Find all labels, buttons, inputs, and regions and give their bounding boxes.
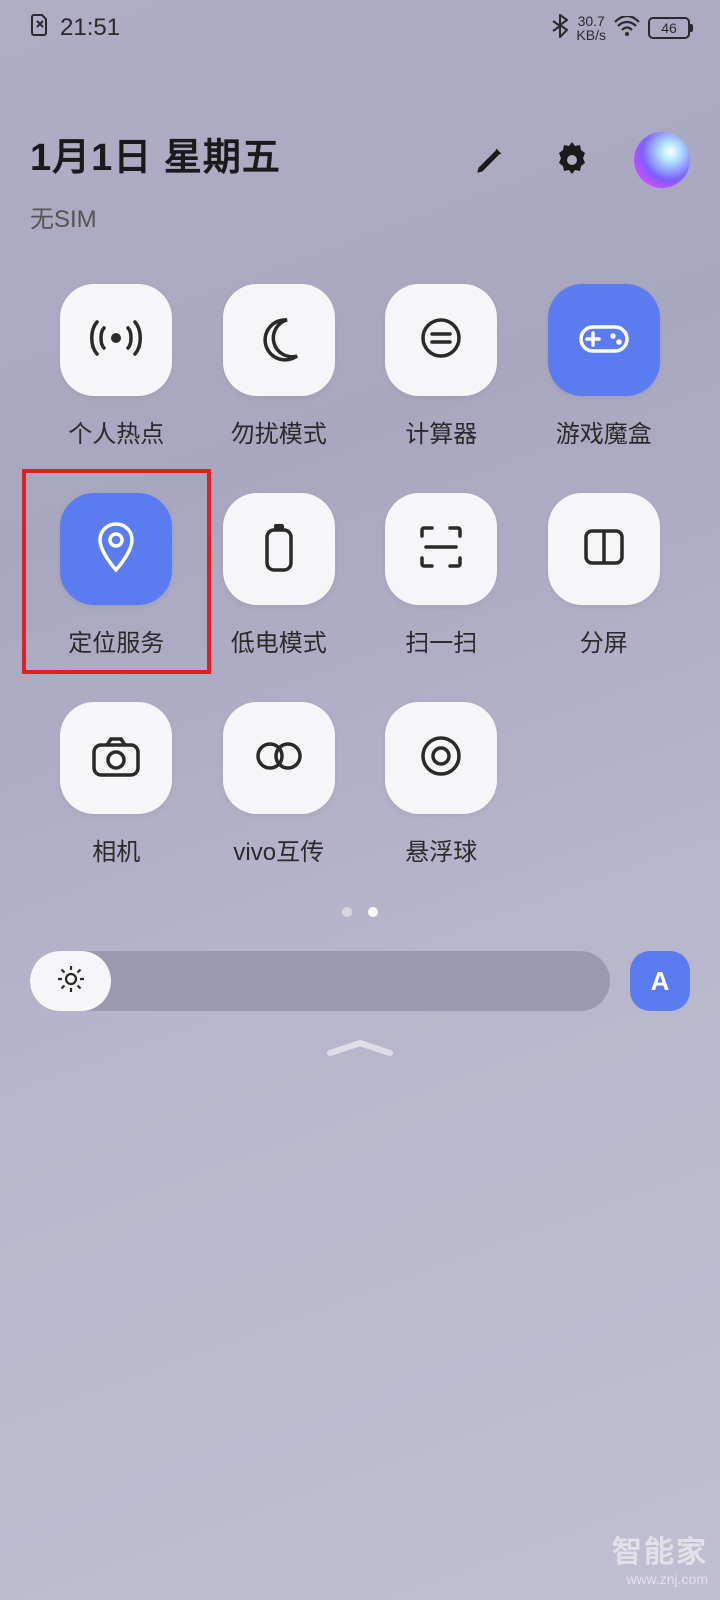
wifi-icon <box>614 16 640 41</box>
network-speed: 30.7 KB/s <box>576 14 606 42</box>
tile-hotspot: 个人热点 <box>40 284 193 449</box>
auto-brightness-button[interactable]: A <box>630 951 690 1011</box>
collapse-handle[interactable] <box>0 1035 720 1059</box>
tile-label-lowpower: 低电模式 <box>231 623 327 658</box>
brightness-fill <box>30 951 111 1011</box>
tile-label-calc: 计算器 <box>405 414 477 449</box>
battery-icon <box>261 520 297 579</box>
brightness-slider[interactable] <box>30 951 610 1011</box>
tile-label-floatball: 悬浮球 <box>405 832 477 867</box>
header-sim-status: 无SIM <box>30 199 470 234</box>
circle-dot-icon <box>416 731 466 786</box>
camera-icon <box>89 733 143 784</box>
watermark: 智能家 www.znj.com <box>612 1535 708 1588</box>
brightness-icon <box>56 964 86 999</box>
tile-camera: 相机 <box>40 702 193 867</box>
page-indicator[interactable] <box>0 907 720 917</box>
tile-location: 定位服务 <box>40 493 193 658</box>
tile-button-gamebox[interactable] <box>548 284 660 396</box>
tile-lowpower: 低电模式 <box>203 493 356 658</box>
tile-label-dnd: 勿扰模式 <box>231 414 327 449</box>
tile-button-split[interactable] <box>548 493 660 605</box>
tile-button-floatball[interactable] <box>385 702 497 814</box>
status-time: 21:51 <box>60 14 120 42</box>
settings-button[interactable] <box>552 140 592 180</box>
gamepad-icon <box>575 317 633 364</box>
tile-label-camera: 相机 <box>92 832 140 867</box>
tile-gamebox: 游戏魔盒 <box>528 284 681 449</box>
quick-settings-grid: 个人热点 勿扰模式 计算器 游戏魔盒定位服务 低电模式 扫一扫 分屏相机 vivo互传 悬浮球 <box>0 258 720 867</box>
tile-button-location[interactable] <box>60 493 172 605</box>
status-right: 30.7 KB/s 46 <box>552 14 690 43</box>
scan-icon <box>416 522 466 577</box>
tile-label-scan: 扫一扫 <box>405 623 477 658</box>
tile-label-gamebox: 游戏魔盒 <box>556 414 652 449</box>
tile-label-location: 定位服务 <box>68 623 164 658</box>
moon-icon <box>253 312 305 369</box>
page-dot[interactable] <box>368 907 378 917</box>
tile-scan: 扫一扫 <box>365 493 518 658</box>
tile-button-dnd[interactable] <box>223 284 335 396</box>
tile-button-vivoshare[interactable] <box>223 702 335 814</box>
pin-icon <box>93 520 139 579</box>
battery-indicator: 46 <box>648 17 690 39</box>
header-left: 1月1日 星期五 无SIM <box>30 126 470 234</box>
tile-button-scan[interactable] <box>385 493 497 605</box>
sim-absent-icon <box>30 13 50 44</box>
tile-button-calc[interactable] <box>385 284 497 396</box>
split-icon <box>579 522 629 577</box>
tile-floatball: 悬浮球 <box>365 702 518 867</box>
link-icon <box>252 736 306 781</box>
calculator-icon <box>416 313 466 368</box>
tile-calc: 计算器 <box>365 284 518 449</box>
header-actions <box>470 126 690 188</box>
hotspot-icon <box>88 310 144 371</box>
tile-button-lowpower[interactable] <box>223 493 335 605</box>
page-dot[interactable] <box>342 907 352 917</box>
brightness-row: A <box>30 951 690 1011</box>
panel-header: 1月1日 星期五 无SIM <box>0 56 720 258</box>
tile-label-hotspot: 个人热点 <box>68 414 164 449</box>
edit-button[interactable] <box>470 140 510 180</box>
assistant-avatar[interactable] <box>634 132 690 188</box>
header-date: 1月1日 星期五 <box>30 126 470 181</box>
tile-split: 分屏 <box>528 493 681 658</box>
status-left: 21:51 <box>30 13 120 44</box>
status-bar: 21:51 30.7 KB/s 46 <box>0 0 720 56</box>
tile-dnd: 勿扰模式 <box>203 284 356 449</box>
tile-vivoshare: vivo互传 <box>203 702 356 867</box>
tile-button-camera[interactable] <box>60 702 172 814</box>
bluetooth-icon <box>552 14 568 43</box>
tile-button-hotspot[interactable] <box>60 284 172 396</box>
tile-label-vivoshare: vivo互传 <box>233 832 324 867</box>
tile-label-split: 分屏 <box>580 623 628 658</box>
